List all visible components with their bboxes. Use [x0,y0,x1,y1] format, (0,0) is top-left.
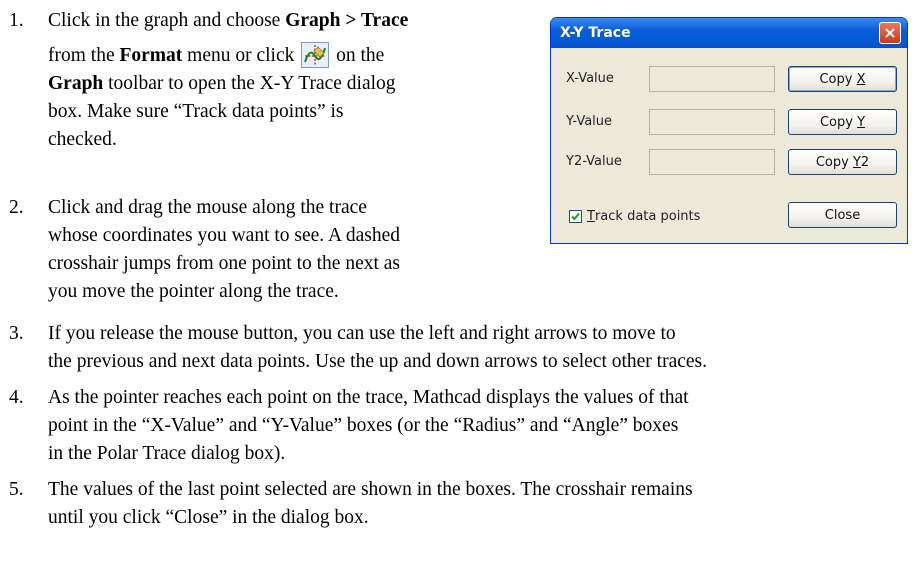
track-data-points-checkbox[interactable]: Track data points [569,209,700,224]
step-number: 5. [9,479,24,500]
close-icon[interactable] [879,22,901,44]
step-line: checked. [48,129,117,150]
checkbox-box[interactable] [569,210,582,223]
step-line: As the pointer reaches each point on the… [48,387,689,408]
y-value-field [649,109,775,135]
graph-trace-icon [301,42,330,68]
step-line: until you click “Close” in the dialog bo… [48,507,369,528]
step-line: Click and drag the mouse along the trace [48,197,367,218]
step-number: 1. [9,10,24,31]
step-line: you move the pointer along the trace. [48,281,339,302]
step-line: the previous and next data points. Use t… [48,351,708,372]
step-number: 3. [9,323,24,344]
y2-value-field [649,149,775,175]
step-line: in the Polar Trace dialog box). [48,443,286,464]
step-line: If you release the mouse button, you can… [48,323,676,344]
step-line: crosshair jumps from one point to the ne… [48,253,401,274]
x-value-label: X-Value [566,71,614,86]
dialog-titlebar[interactable]: X-Y Trace [551,18,907,48]
dialog-title: X-Y Trace [560,25,631,41]
y2-value-label: Y2-Value [566,154,622,169]
step-line: Click in the graph and choose Graph > Tr… [48,10,409,31]
copy-y2-button[interactable]: Copy Y2 [788,149,897,175]
step-line: Graph toolbar to open the X-Y Trace dial… [48,73,396,94]
copy-x-button[interactable]: Copy X [788,66,897,92]
step-line: box. Make sure “Track data points” is [48,101,344,122]
x-value-row: X-Value Copy X [551,65,907,95]
close-button[interactable]: Close [788,202,897,228]
y-value-label: Y-Value [566,114,613,129]
step-line: whose coordinates you want to see. A das… [48,225,401,246]
step-line: The values of the last point selected ar… [48,479,693,500]
x-value-field [649,66,775,92]
step-line: from the Format menu or click on the [48,42,408,70]
step-line: point in the “X-Value” and “Y-Value” box… [48,415,679,436]
y-value-row: Y-Value Copy Y [551,108,907,138]
y2-value-row: Y2-Value Copy Y2 [551,148,907,178]
copy-y-button[interactable]: Copy Y [788,109,897,135]
step-number: 2. [9,197,24,218]
xy-trace-dialog: X-Y Trace X-Value Copy X Y-Value Copy Y … [550,17,908,244]
step-number: 4. [9,387,24,408]
